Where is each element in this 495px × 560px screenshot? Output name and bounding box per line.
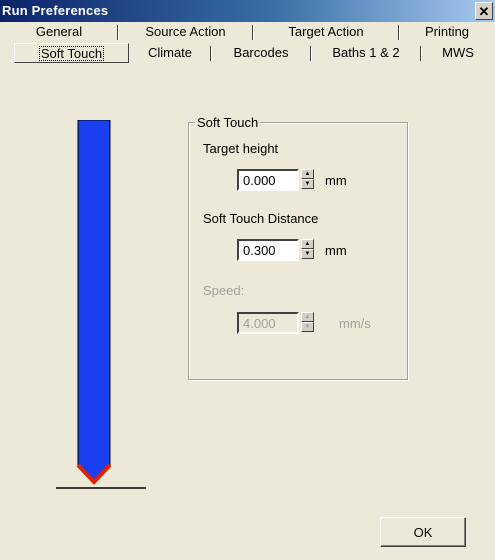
tab-general[interactable]: General [0,22,118,42]
soft-touch-distance-label: Soft Touch Distance [203,211,319,226]
target-height-input[interactable] [237,169,299,191]
speed-down-button: ▼ [301,322,314,332]
close-button[interactable]: ✕ [475,2,493,20]
title-bar: Run Preferences ✕ [0,0,495,22]
soft-touch-groupbox: Soft Touch Target height ▲ ▼ mm Soft Tou… [188,115,408,380]
tab-barcodes[interactable]: Barcodes [211,43,311,63]
target-height-spinner: ▲ ▼ [237,169,314,191]
window-title: Run Preferences [2,3,109,18]
probe-body [77,120,111,483]
speed-input [237,312,299,334]
soft-touch-distance-up-button[interactable]: ▲ [301,239,314,249]
soft-touch-distance-spinner: ▲ ▼ [237,239,314,261]
target-height-unit: mm [325,173,347,188]
tab-baths-1-2[interactable]: Baths 1 & 2 [311,43,421,63]
tab-row-bottom: Soft Touch Climate Barcodes Baths 1 & 2 … [0,43,495,65]
soft-touch-distance-unit: mm [325,243,347,258]
speed-spinner: ▲ ▼ [237,312,314,334]
speed-up-button: ▲ [301,312,314,322]
close-icon: ✕ [478,3,490,19]
groupbox-title: Soft Touch [195,115,261,130]
tab-source-action[interactable]: Source Action [118,22,253,42]
speed-unit: mm/s [339,316,371,331]
tab-climate[interactable]: Climate [129,43,211,63]
soft-touch-distance-input[interactable] [237,239,299,261]
target-height-down-button[interactable]: ▼ [301,179,314,189]
ok-button[interactable]: OK [380,517,466,547]
tab-row-top: General Source Action Target Action Prin… [0,22,495,44]
tab-mws[interactable]: MWS [421,43,495,63]
target-height-label: Target height [203,141,279,156]
speed-label: Speed: [203,283,245,298]
soft-touch-distance-down-button[interactable]: ▼ [301,249,314,259]
soft-touch-panel: Soft Touch Target height ▲ ▼ mm Soft Tou… [0,65,495,548]
tab-target-action[interactable]: Target Action [253,22,399,42]
tab-soft-touch[interactable]: Soft Touch [14,43,129,63]
target-height-up-button[interactable]: ▲ [301,169,314,179]
probe-illustration [56,120,146,489]
tab-printing[interactable]: Printing [399,22,495,42]
